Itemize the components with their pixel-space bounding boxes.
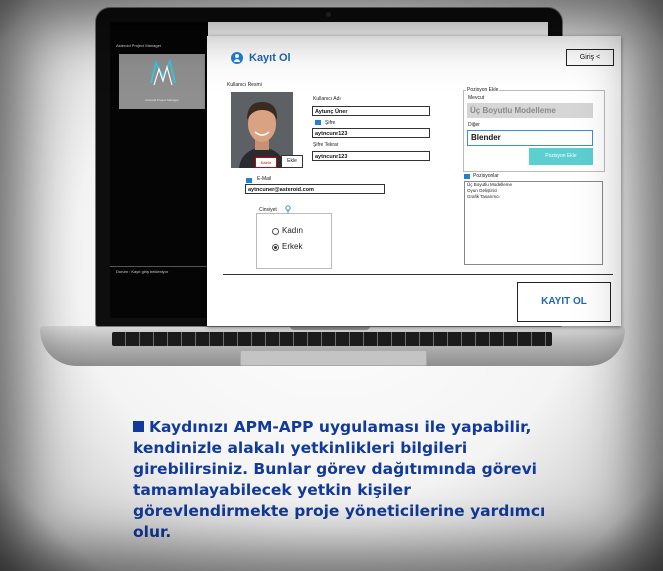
- banner-text: Asteroid Project Manager: [145, 98, 179, 102]
- bullet-square-icon: [133, 421, 144, 432]
- other-position-input[interactable]: Blender: [467, 130, 593, 146]
- status-text: Durum : Kayıt giriş bekleniyor: [116, 269, 169, 274]
- username-input[interactable]: Aytunç Üner: [312, 106, 430, 116]
- password-repeat-input[interactable]: aytncunr123: [312, 151, 430, 161]
- other-label: Diğer: [468, 122, 480, 128]
- lock-icon: [315, 120, 321, 125]
- register-button[interactable]: KAYIT OL: [517, 282, 611, 322]
- gender-radio-male[interactable]: [272, 244, 279, 251]
- gender-radio-female[interactable]: [272, 228, 279, 235]
- list-item[interactable]: Grafik Tasarımcı: [465, 194, 602, 200]
- login-button[interactable]: Giriş <: [566, 49, 614, 66]
- keyboard: [112, 332, 552, 346]
- position-add-title: Pozisyon Ekle: [466, 87, 500, 93]
- email-label: E-Mail: [257, 176, 272, 182]
- background-banner: Asteroid Project Manager: [119, 54, 205, 109]
- register-dialog: Kayıt Ol Giriş < Kullanıcı Resmi Kaldır …: [207, 36, 621, 326]
- background-window-title: Asteroid Project Manager: [116, 43, 162, 48]
- email-input[interactable]: aytncuner@asteroid.com: [245, 184, 385, 194]
- dialog-divider: [223, 274, 613, 275]
- positions-list[interactable]: Üç Boyutlu Modelleme Oyun Geliştirici Gr…: [464, 181, 603, 265]
- gender-option-male: Erkek: [282, 242, 303, 251]
- gender-group: [256, 213, 332, 269]
- mail-icon: [246, 178, 252, 183]
- remove-photo-button[interactable]: Kaldır: [255, 157, 277, 168]
- gender-option-female: Kadın: [282, 226, 303, 235]
- status-divider: [110, 266, 208, 267]
- dialog-title: Kayıt Ol: [249, 52, 291, 64]
- password-repeat-label: Şifre Tekrar: [313, 142, 339, 148]
- username-label: Kullanıcı Adı: [313, 96, 341, 102]
- password-label: Şifre: [325, 120, 336, 126]
- password-input[interactable]: aytncunr123: [312, 128, 430, 138]
- existing-position-select[interactable]: Üç Boyutlu Modelleme: [467, 103, 593, 118]
- gender-icon: [285, 205, 291, 213]
- add-photo-button[interactable]: Ekle: [281, 155, 303, 168]
- user-icon: [231, 52, 243, 64]
- trackpad: [240, 350, 427, 366]
- positions-label: Pozisyonlar: [473, 173, 499, 179]
- webcam-icon: [326, 12, 331, 17]
- briefcase-icon: [464, 174, 470, 179]
- laptop-notch: [290, 326, 370, 330]
- background-app-window: Asteroid Project Manager Asteroid Projec…: [110, 22, 208, 318]
- caption-body: Kaydınızı APM-APP uygulaması ile yapabil…: [133, 418, 546, 541]
- photo-label: Kullanıcı Resmi: [227, 82, 262, 88]
- add-position-button[interactable]: Pozisyon Ekle: [529, 148, 593, 165]
- asteroid-logo-icon: [150, 57, 176, 86]
- existing-label: Mevcut: [468, 95, 485, 101]
- caption-text: Kaydınızı APM-APP uygulaması ile yapabil…: [133, 417, 553, 543]
